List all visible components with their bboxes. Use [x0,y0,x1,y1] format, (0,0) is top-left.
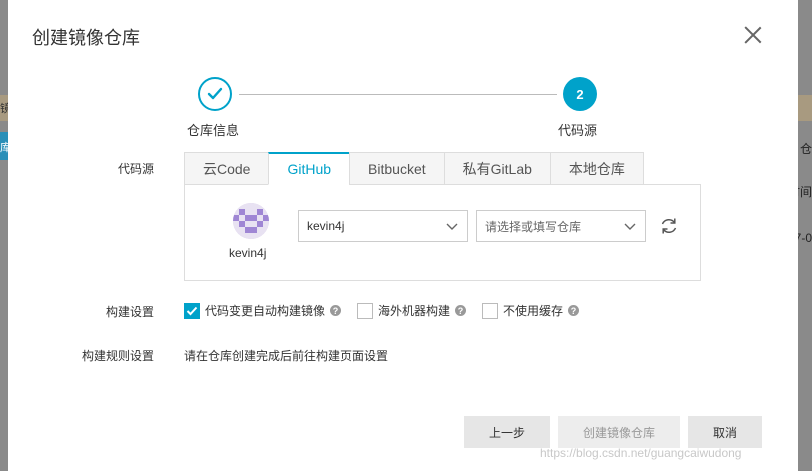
tab-github[interactable]: GitHub [268,152,350,185]
help-icon[interactable]: ? [455,305,467,316]
close-icon[interactable] [742,24,764,46]
chevron-down-icon [624,223,636,230]
checkbox-unchecked[interactable] [357,302,374,319]
step-2-label: 代码源 [558,123,598,138]
step-1-circle [198,77,232,111]
tab-local-repo[interactable]: 本地仓库 [549,152,644,185]
repo-select-placeholder: 请选择或填写仓库 [485,219,582,234]
auto-build-checkbox[interactable]: 代码变更自动构建镜像 ? [184,302,342,319]
repo-select[interactable]: 请选择或填写仓库 [476,210,646,242]
user-select[interactable]: kevin4j [298,210,468,242]
build-rules-text: 请在仓库创建完成后前往构建页面设置 [184,349,389,363]
checkbox-checked[interactable] [184,302,200,319]
checkmark-icon [207,87,223,100]
tab-private-gitlab[interactable]: 私有GitLab [443,152,550,185]
refresh-icon[interactable] [659,216,679,236]
code-source-tabs: 云Code GitHub Bitbucket 私有GitLab 本地仓库 [184,152,644,185]
account-name: kevin4j [229,246,267,260]
auto-build-label: 代码变更自动构建镜像 [205,304,326,318]
no-cache-checkbox[interactable]: 不使用缓存 ? [482,302,580,319]
background-text: 仓 [799,142,812,156]
user-select-value: kevin4j [307,219,345,233]
code-source-label: 代码源 [117,162,154,176]
github-panel: kevin4j kevin4j 请选择或填写仓库 [184,184,701,281]
build-settings-label: 构建设置 [105,305,154,319]
watermark: https://blog.csdn.net/guangcaiwudong [540,446,742,460]
create-repo-dialog: 创建镜像仓库 2 仓库信息 代码源 代码源 云Code GitHub Bitbu… [8,0,798,471]
overseas-build-checkbox[interactable]: 海外机器构建 ? [357,302,467,319]
step-2-circle: 2 [563,77,597,111]
step-connector [239,94,557,95]
avatar [233,203,269,239]
step-1-label: 仓库信息 [187,123,240,138]
build-settings-options: 代码变更自动构建镜像 ? 海外机器构建 ? 不使用缓存 ? [184,302,595,319]
create-repo-button[interactable]: 创建镜像仓库 [558,416,680,448]
help-icon[interactable]: ? [330,305,342,316]
tab-bitbucket[interactable]: Bitbucket [349,152,444,185]
checkmark-icon [186,306,198,315]
chevron-down-icon [446,223,458,230]
help-icon[interactable]: ? [568,305,580,316]
no-cache-label: 不使用缓存 [503,304,564,318]
dialog-title: 创建镜像仓库 [32,28,140,48]
build-rules-label: 构建规则设置 [81,349,154,363]
cancel-button[interactable]: 取消 [688,416,762,448]
checkbox-unchecked[interactable] [482,302,499,319]
overseas-build-label: 海外机器构建 [378,304,451,318]
previous-step-button[interactable]: 上一步 [464,416,550,448]
tab-yuncode[interactable]: 云Code [184,152,269,185]
